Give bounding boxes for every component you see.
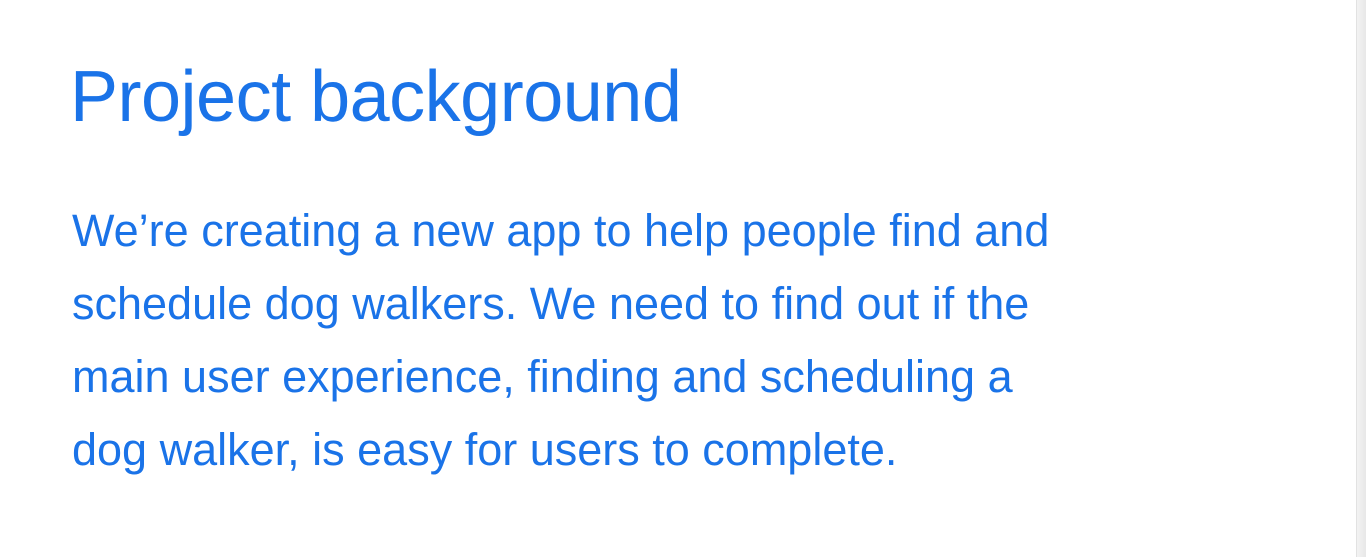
body-line: dog walker, is easy for users to complet…	[72, 424, 898, 475]
body-line: main user experience, finding and schedu…	[72, 351, 1013, 402]
slide-title: Project background	[70, 57, 682, 137]
slide-body: We’re creating a new app to help people …	[72, 194, 1312, 486]
slide: Project background We’re creating a new …	[0, 0, 1366, 557]
body-line: schedule dog walkers. We need to find ou…	[72, 278, 1030, 329]
body-line: We’re creating a new app to help people …	[72, 205, 1050, 256]
window-edge	[1356, 0, 1366, 557]
